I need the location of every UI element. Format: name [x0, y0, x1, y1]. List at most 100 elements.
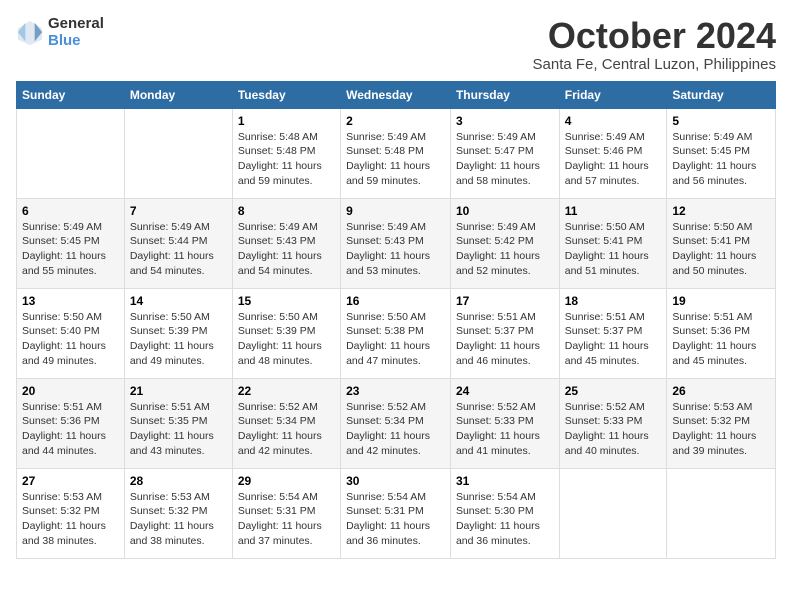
- header-wednesday: Wednesday: [341, 81, 451, 108]
- day-number: 18: [565, 294, 662, 308]
- day-number: 2: [346, 114, 445, 128]
- week-row-1: 6 Sunrise: 5:49 AM Sunset: 5:45 PM Daylig…: [17, 198, 776, 288]
- day-info: Sunrise: 5:53 AM Sunset: 5:32 PM Dayligh…: [672, 400, 770, 459]
- calendar-cell: 4 Sunrise: 5:49 AM Sunset: 5:46 PM Daylig…: [559, 108, 667, 198]
- day-info: Sunrise: 5:52 AM Sunset: 5:33 PM Dayligh…: [456, 400, 554, 459]
- day-info: Sunrise: 5:49 AM Sunset: 5:43 PM Dayligh…: [238, 220, 335, 279]
- day-number: 17: [456, 294, 554, 308]
- day-info: Sunrise: 5:49 AM Sunset: 5:45 PM Dayligh…: [22, 220, 119, 279]
- calendar-cell: 16 Sunrise: 5:50 AM Sunset: 5:38 PM Dayli…: [341, 288, 451, 378]
- day-number: 24: [456, 384, 554, 398]
- day-info: Sunrise: 5:52 AM Sunset: 5:34 PM Dayligh…: [238, 400, 335, 459]
- day-info: Sunrise: 5:53 AM Sunset: 5:32 PM Dayligh…: [22, 490, 119, 549]
- day-info: Sunrise: 5:49 AM Sunset: 5:47 PM Dayligh…: [456, 130, 554, 189]
- month-title: October 2024: [533, 16, 776, 56]
- day-number: 14: [130, 294, 227, 308]
- day-info: Sunrise: 5:50 AM Sunset: 5:38 PM Dayligh…: [346, 310, 445, 369]
- calendar-cell: 28 Sunrise: 5:53 AM Sunset: 5:32 PM Dayli…: [124, 468, 232, 558]
- calendar-cell: 25 Sunrise: 5:52 AM Sunset: 5:33 PM Dayli…: [559, 378, 667, 468]
- calendar-cell: [124, 108, 232, 198]
- week-row-2: 13Sunrise: 5:50 AM Sunset: 5:40 PM Dayli…: [17, 288, 776, 378]
- calendar-cell: [667, 468, 776, 558]
- day-info: Sunrise: 5:51 AM Sunset: 5:35 PM Dayligh…: [130, 400, 227, 459]
- logo-icon: [16, 19, 44, 47]
- calendar-cell: 8 Sunrise: 5:49 AM Sunset: 5:43 PM Daylig…: [232, 198, 340, 288]
- logo: General Blue: [16, 16, 104, 49]
- calendar-cell: 6 Sunrise: 5:49 AM Sunset: 5:45 PM Daylig…: [17, 198, 125, 288]
- calendar-cell: 31Sunrise: 5:54 AM Sunset: 5:30 PM Dayli…: [450, 468, 559, 558]
- calendar-cell: 14 Sunrise: 5:50 AM Sunset: 5:39 PM Dayli…: [124, 288, 232, 378]
- calendar-cell: 1Sunrise: 5:48 AM Sunset: 5:48 PM Daylig…: [232, 108, 340, 198]
- day-number: 7: [130, 204, 227, 218]
- day-number: 26: [672, 384, 770, 398]
- day-number: 19: [672, 294, 770, 308]
- calendar-header-row: SundayMondayTuesdayWednesdayThursdayFrid…: [17, 81, 776, 108]
- day-info: Sunrise: 5:54 AM Sunset: 5:31 PM Dayligh…: [238, 490, 335, 549]
- day-number: 30: [346, 474, 445, 488]
- header-tuesday: Tuesday: [232, 81, 340, 108]
- day-number: 11: [565, 204, 662, 218]
- day-info: Sunrise: 5:50 AM Sunset: 5:39 PM Dayligh…: [130, 310, 227, 369]
- day-info: Sunrise: 5:54 AM Sunset: 5:31 PM Dayligh…: [346, 490, 445, 549]
- header-friday: Friday: [559, 81, 667, 108]
- calendar-cell: 27 Sunrise: 5:53 AM Sunset: 5:32 PM Dayli…: [17, 468, 125, 558]
- calendar-cell: 24 Sunrise: 5:52 AM Sunset: 5:33 PM Dayli…: [450, 378, 559, 468]
- calendar-table: SundayMondayTuesdayWednesdayThursdayFrid…: [16, 81, 776, 559]
- calendar-cell: 13Sunrise: 5:50 AM Sunset: 5:40 PM Dayli…: [17, 288, 125, 378]
- day-number: 16: [346, 294, 445, 308]
- day-info: Sunrise: 5:51 AM Sunset: 5:36 PM Dayligh…: [22, 400, 119, 459]
- calendar-cell: 15 Sunrise: 5:50 AM Sunset: 5:39 PM Dayli…: [232, 288, 340, 378]
- calendar-cell: 12Sunrise: 5:50 AM Sunset: 5:41 PM Dayli…: [667, 198, 776, 288]
- day-info: Sunrise: 5:52 AM Sunset: 5:33 PM Dayligh…: [565, 400, 662, 459]
- day-number: 6: [22, 204, 119, 218]
- day-info: Sunrise: 5:50 AM Sunset: 5:41 PM Dayligh…: [672, 220, 770, 279]
- calendar-cell: 10Sunrise: 5:49 AM Sunset: 5:42 PM Dayli…: [450, 198, 559, 288]
- day-number: 20: [22, 384, 119, 398]
- title-block: October 2024 Santa Fe, Central Luzon, Ph…: [533, 16, 776, 73]
- day-number: 13: [22, 294, 119, 308]
- week-row-4: 27 Sunrise: 5:53 AM Sunset: 5:32 PM Dayli…: [17, 468, 776, 558]
- day-info: Sunrise: 5:53 AM Sunset: 5:32 PM Dayligh…: [130, 490, 227, 549]
- day-info: Sunrise: 5:50 AM Sunset: 5:39 PM Dayligh…: [238, 310, 335, 369]
- day-number: 9: [346, 204, 445, 218]
- header-saturday: Saturday: [667, 81, 776, 108]
- page-header: General Blue October 2024 Santa Fe, Cent…: [16, 16, 776, 73]
- calendar-cell: 11 Sunrise: 5:50 AM Sunset: 5:41 PM Dayli…: [559, 198, 667, 288]
- day-number: 15: [238, 294, 335, 308]
- day-info: Sunrise: 5:49 AM Sunset: 5:44 PM Dayligh…: [130, 220, 227, 279]
- day-number: 8: [238, 204, 335, 218]
- day-number: 28: [130, 474, 227, 488]
- day-number: 22: [238, 384, 335, 398]
- day-info: Sunrise: 5:49 AM Sunset: 5:48 PM Dayligh…: [346, 130, 445, 189]
- header-monday: Monday: [124, 81, 232, 108]
- day-info: Sunrise: 5:51 AM Sunset: 5:37 PM Dayligh…: [456, 310, 554, 369]
- day-number: 4: [565, 114, 662, 128]
- logo-blue: Blue: [48, 33, 104, 50]
- calendar-cell: 20 Sunrise: 5:51 AM Sunset: 5:36 PM Dayli…: [17, 378, 125, 468]
- calendar-cell: 22 Sunrise: 5:52 AM Sunset: 5:34 PM Dayli…: [232, 378, 340, 468]
- calendar-cell: [17, 108, 125, 198]
- logo-text: General Blue: [48, 16, 104, 49]
- calendar-cell: 17 Sunrise: 5:51 AM Sunset: 5:37 PM Dayli…: [450, 288, 559, 378]
- header-sunday: Sunday: [17, 81, 125, 108]
- location-title: Santa Fe, Central Luzon, Philippines: [533, 56, 776, 73]
- calendar-cell: 30 Sunrise: 5:54 AM Sunset: 5:31 PM Dayli…: [341, 468, 451, 558]
- day-number: 25: [565, 384, 662, 398]
- calendar-cell: 9 Sunrise: 5:49 AM Sunset: 5:43 PM Daylig…: [341, 198, 451, 288]
- day-info: Sunrise: 5:54 AM Sunset: 5:30 PM Dayligh…: [456, 490, 554, 549]
- day-info: Sunrise: 5:50 AM Sunset: 5:41 PM Dayligh…: [565, 220, 662, 279]
- day-info: Sunrise: 5:49 AM Sunset: 5:46 PM Dayligh…: [565, 130, 662, 189]
- day-number: 1: [238, 114, 335, 128]
- day-info: Sunrise: 5:49 AM Sunset: 5:43 PM Dayligh…: [346, 220, 445, 279]
- day-number: 27: [22, 474, 119, 488]
- calendar-cell: 21 Sunrise: 5:51 AM Sunset: 5:35 PM Dayli…: [124, 378, 232, 468]
- day-info: Sunrise: 5:52 AM Sunset: 5:34 PM Dayligh…: [346, 400, 445, 459]
- calendar-cell: 19 Sunrise: 5:51 AM Sunset: 5:36 PM Dayli…: [667, 288, 776, 378]
- day-info: Sunrise: 5:51 AM Sunset: 5:36 PM Dayligh…: [672, 310, 770, 369]
- week-row-3: 20 Sunrise: 5:51 AM Sunset: 5:36 PM Dayli…: [17, 378, 776, 468]
- calendar-cell: 18Sunrise: 5:51 AM Sunset: 5:37 PM Dayli…: [559, 288, 667, 378]
- header-thursday: Thursday: [450, 81, 559, 108]
- day-number: 21: [130, 384, 227, 398]
- calendar-cell: 7 Sunrise: 5:49 AM Sunset: 5:44 PM Daylig…: [124, 198, 232, 288]
- day-number: 29: [238, 474, 335, 488]
